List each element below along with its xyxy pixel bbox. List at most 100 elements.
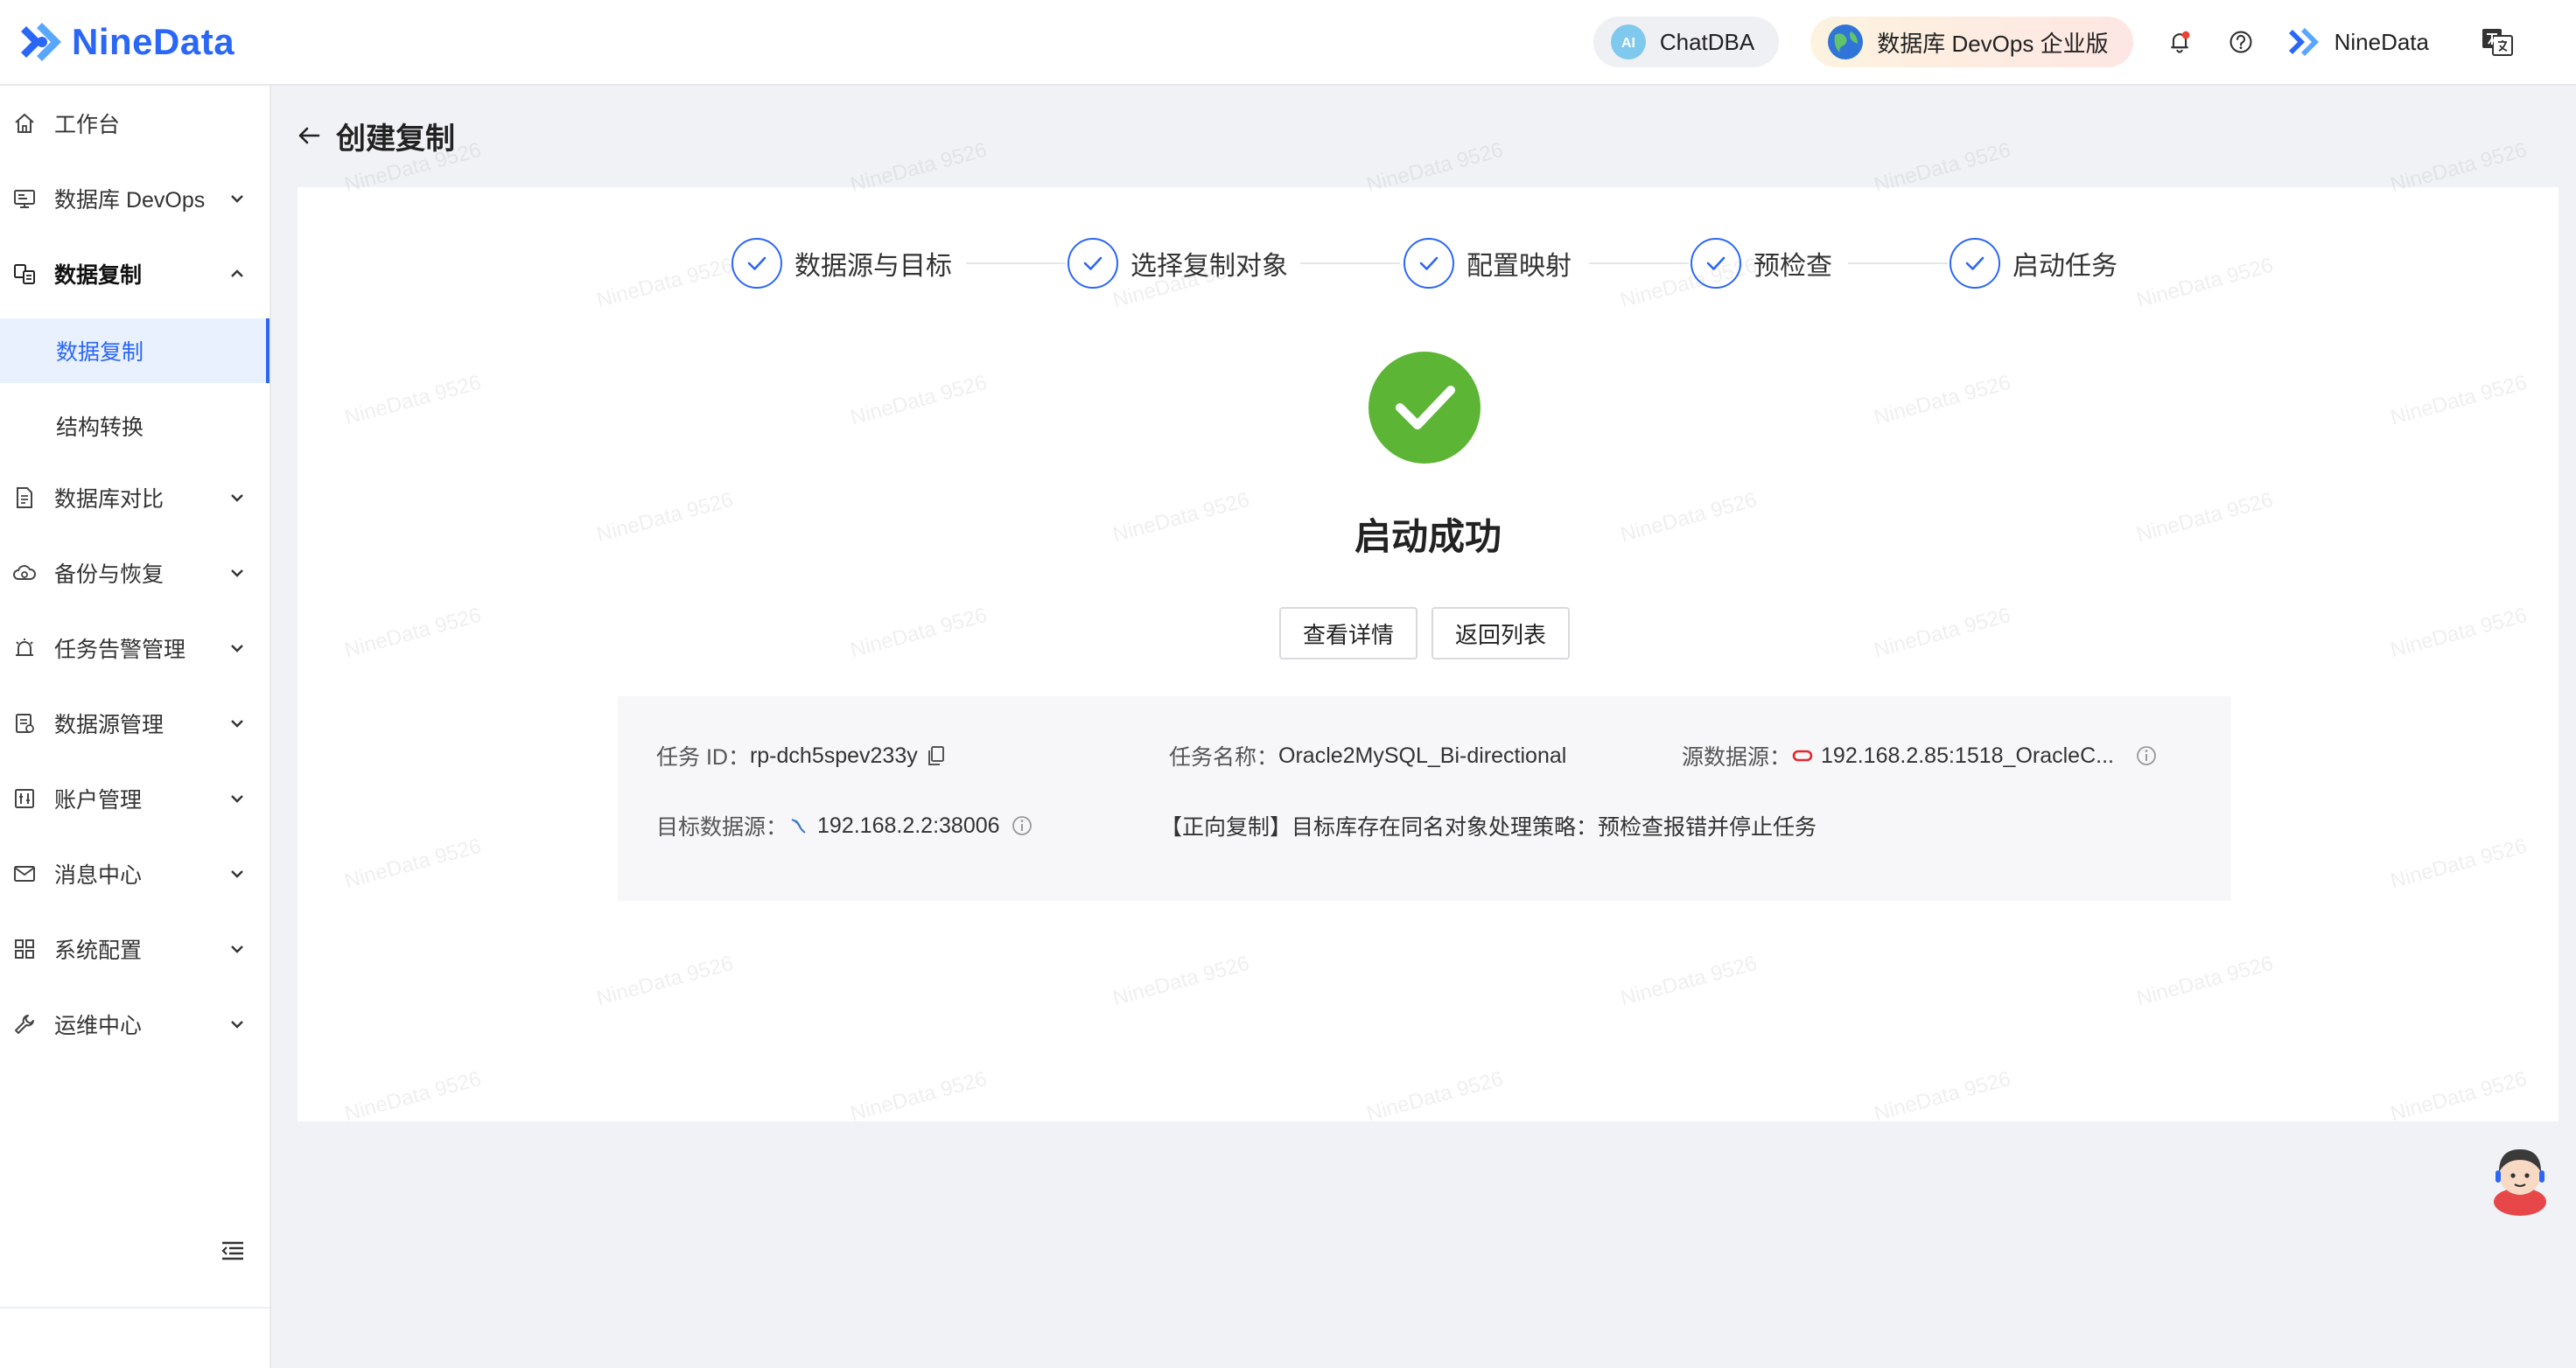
target-datasource-field: 目标数据源： 192.168.2.2:38006 (656, 810, 1033, 841)
app-logo[interactable]: NineData (18, 17, 234, 66)
sidebar-item-label: 消息中心 (54, 863, 143, 888)
step-label: 数据源与目标 (794, 252, 952, 281)
copy-icon[interactable] (925, 744, 948, 767)
sidebar-item-label: 任务告警管理 (54, 638, 186, 662)
alarm-icon (16, 639, 33, 656)
wizard-steps: 数据源与目标 选择复制对象 配置映射 预检查 启动任务 (298, 236, 2558, 290)
chevron-down-icon (231, 494, 243, 502)
step-complete-icon (1690, 238, 1741, 289)
sidebar-item-label: 数据源管理 (54, 713, 164, 737)
chatdba-button[interactable]: AI ChatDBA (1592, 17, 1780, 67)
collapse-sidebar-icon[interactable] (219, 1237, 247, 1265)
step-4: 预检查 (1690, 236, 1832, 290)
chevron-down-icon (231, 870, 243, 878)
sidebar-item-label: 工作台 (54, 113, 121, 137)
sidebar: 工作台 数据库 DevOps 数据复制 数据复制 结构转换 数据库对比 备份与恢… (0, 86, 271, 1368)
devops-enterprise-button[interactable]: 数据库 DevOps 企业版 (1810, 17, 2133, 67)
step-label: 配置映射 (1466, 252, 1572, 281)
sidebar-item-system-config[interactable]: 系统配置 (0, 911, 270, 987)
sidebar-item-replication[interactable]: 数据复制 (0, 236, 270, 311)
target-datasource-label: 目标数据源： (656, 815, 788, 840)
target-datasource-value[interactable]: 192.168.2.2:38006 (817, 813, 1000, 839)
notification-bell-icon[interactable] (2165, 27, 2194, 57)
watermark: NineData 9526 (2388, 1066, 2530, 1127)
watermark: NineData 9526 (1872, 370, 2013, 430)
watermark: NineData 9526 (2134, 951, 2276, 1011)
chevron-up-icon (231, 269, 243, 277)
globe-icon (1828, 24, 1864, 59)
watermark: NineData 9526 (342, 834, 484, 894)
watermark: NineData 9526 (848, 370, 990, 430)
datasource-icon (16, 714, 34, 733)
watermark: NineData 9526 (848, 603, 990, 663)
language-switch-icon[interactable] (2480, 24, 2515, 59)
watermark: NineData 9526 (342, 370, 484, 430)
sidebar-item-datasource[interactable]: 数据源管理 (0, 686, 270, 761)
user-menu[interactable]: NineData (2287, 24, 2429, 59)
watermark: NineData 9526 (1110, 951, 1252, 1011)
step-complete-icon (1404, 238, 1454, 289)
watermark: NineData 9526 (1364, 1066, 1506, 1127)
step-label: 启动任务 (2012, 252, 2118, 281)
chevron-down-icon (231, 569, 243, 577)
step-connector (1300, 262, 1400, 264)
step-complete-icon (1068, 238, 1118, 289)
view-details-button[interactable]: 查看详情 (1279, 607, 1418, 660)
back-to-list-button[interactable]: 返回列表 (1432, 607, 1570, 660)
back-arrow-icon[interactable] (296, 122, 322, 149)
sidebar-item-label: 数据复制 (56, 340, 144, 365)
chevron-down-icon (231, 946, 243, 953)
watermark: NineData 9526 (848, 137, 990, 198)
watermark: NineData 9526 (342, 603, 484, 663)
source-datasource-field: 源数据源： 192.168.2.85:1518_OracleC... (1682, 740, 2158, 771)
watermark: NineData 9526 (1618, 951, 1760, 1011)
info-icon[interactable] (2135, 744, 2158, 767)
conflict-strategy-field: 【正向复制】目标库存在同名对象处理策略：预检查报错并停止任务 (1160, 810, 1816, 841)
step-2: 选择复制对象 (1068, 236, 1288, 290)
step-label: 预检查 (1754, 252, 1832, 281)
sidebar-subitem-schema-conversion[interactable]: 结构转换 (0, 394, 270, 458)
sidebar-item-ops-center[interactable]: 运维中心 (0, 987, 270, 1062)
conflict-strategy-text: 【正向复制】目标库存在同名对象处理策略：预检查报错并停止任务 (1160, 815, 1817, 840)
step-5: 启动任务 (1950, 236, 2118, 290)
sidebar-item-label: 系统配置 (54, 939, 143, 963)
step-connector (1589, 262, 1689, 264)
sidebar-item-db-compare[interactable]: 数据库对比 (0, 460, 270, 535)
wrench-icon (15, 1015, 34, 1034)
home-icon (15, 113, 34, 133)
oracle-icon (1792, 750, 1813, 762)
sidebar-item-alerts[interactable]: 任务告警管理 (0, 611, 270, 686)
mail-icon (14, 866, 35, 882)
support-assistant-icon[interactable] (2485, 1141, 2555, 1216)
info-icon[interactable] (1011, 814, 1033, 837)
cloud-backup-icon (13, 565, 36, 580)
task-name-label: 任务名称： (1169, 745, 1279, 770)
top-header: NineData AI ChatDBA 数据库 DevOps 企业版 NineD… (0, 0, 2576, 86)
help-icon[interactable] (2226, 27, 2256, 57)
sidebar-item-label: 结构转换 (56, 415, 144, 440)
success-title: 启动成功 (1354, 516, 1502, 557)
logo-text: NineData (72, 21, 235, 62)
sidebar-item-accounts[interactable]: 账户管理 (0, 761, 270, 836)
watermark: NineData 9526 (1872, 137, 2013, 198)
sidebar-item-workbench[interactable]: 工作台 (0, 86, 270, 161)
task-id-value: rp-dch5spev233y (749, 743, 918, 768)
monitor-icon (14, 190, 35, 208)
chevron-down-icon (231, 720, 243, 728)
sidebar-item-label: 备份与恢复 (54, 562, 164, 587)
sidebar-item-label: 运维中心 (54, 1014, 143, 1038)
document-compare-icon (17, 487, 32, 508)
sidebar-item-label: 账户管理 (54, 788, 143, 813)
sidebar-item-backup[interactable]: 备份与恢复 (0, 535, 270, 611)
task-id-label: 任务 ID： (656, 745, 750, 770)
sidebar-item-label: 数据库 DevOps (54, 188, 206, 213)
sidebar-item-messages[interactable]: 消息中心 (0, 836, 270, 911)
sidebar-divider (0, 1307, 270, 1309)
watermark: NineData 9526 (2388, 137, 2530, 198)
watermark: NineData 9526 (1364, 137, 1506, 198)
sidebar-subitem-replication[interactable]: 数据复制 (0, 318, 270, 383)
ai-assistant-icon: AI (1610, 24, 1646, 59)
chevron-down-icon (231, 795, 243, 803)
source-datasource-value[interactable]: 192.168.2.85:1518_OracleC... (1821, 743, 2114, 769)
sidebar-item-devops[interactable]: 数据库 DevOps (0, 161, 270, 236)
